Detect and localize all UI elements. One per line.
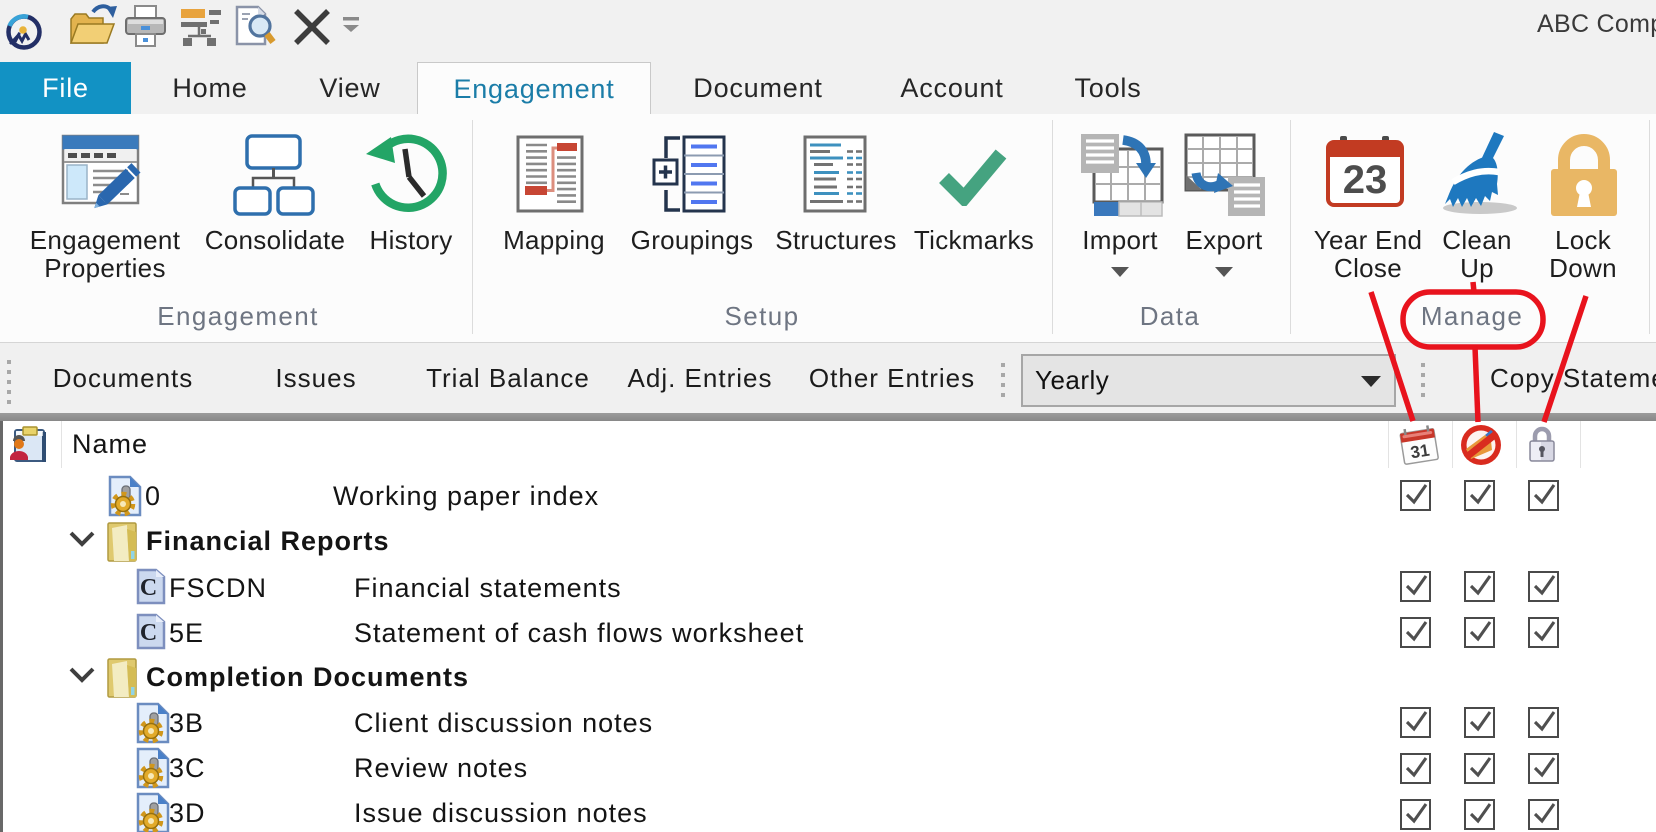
svg-text:23: 23 bbox=[1343, 158, 1388, 202]
svg-text:31: 31 bbox=[1409, 441, 1431, 463]
